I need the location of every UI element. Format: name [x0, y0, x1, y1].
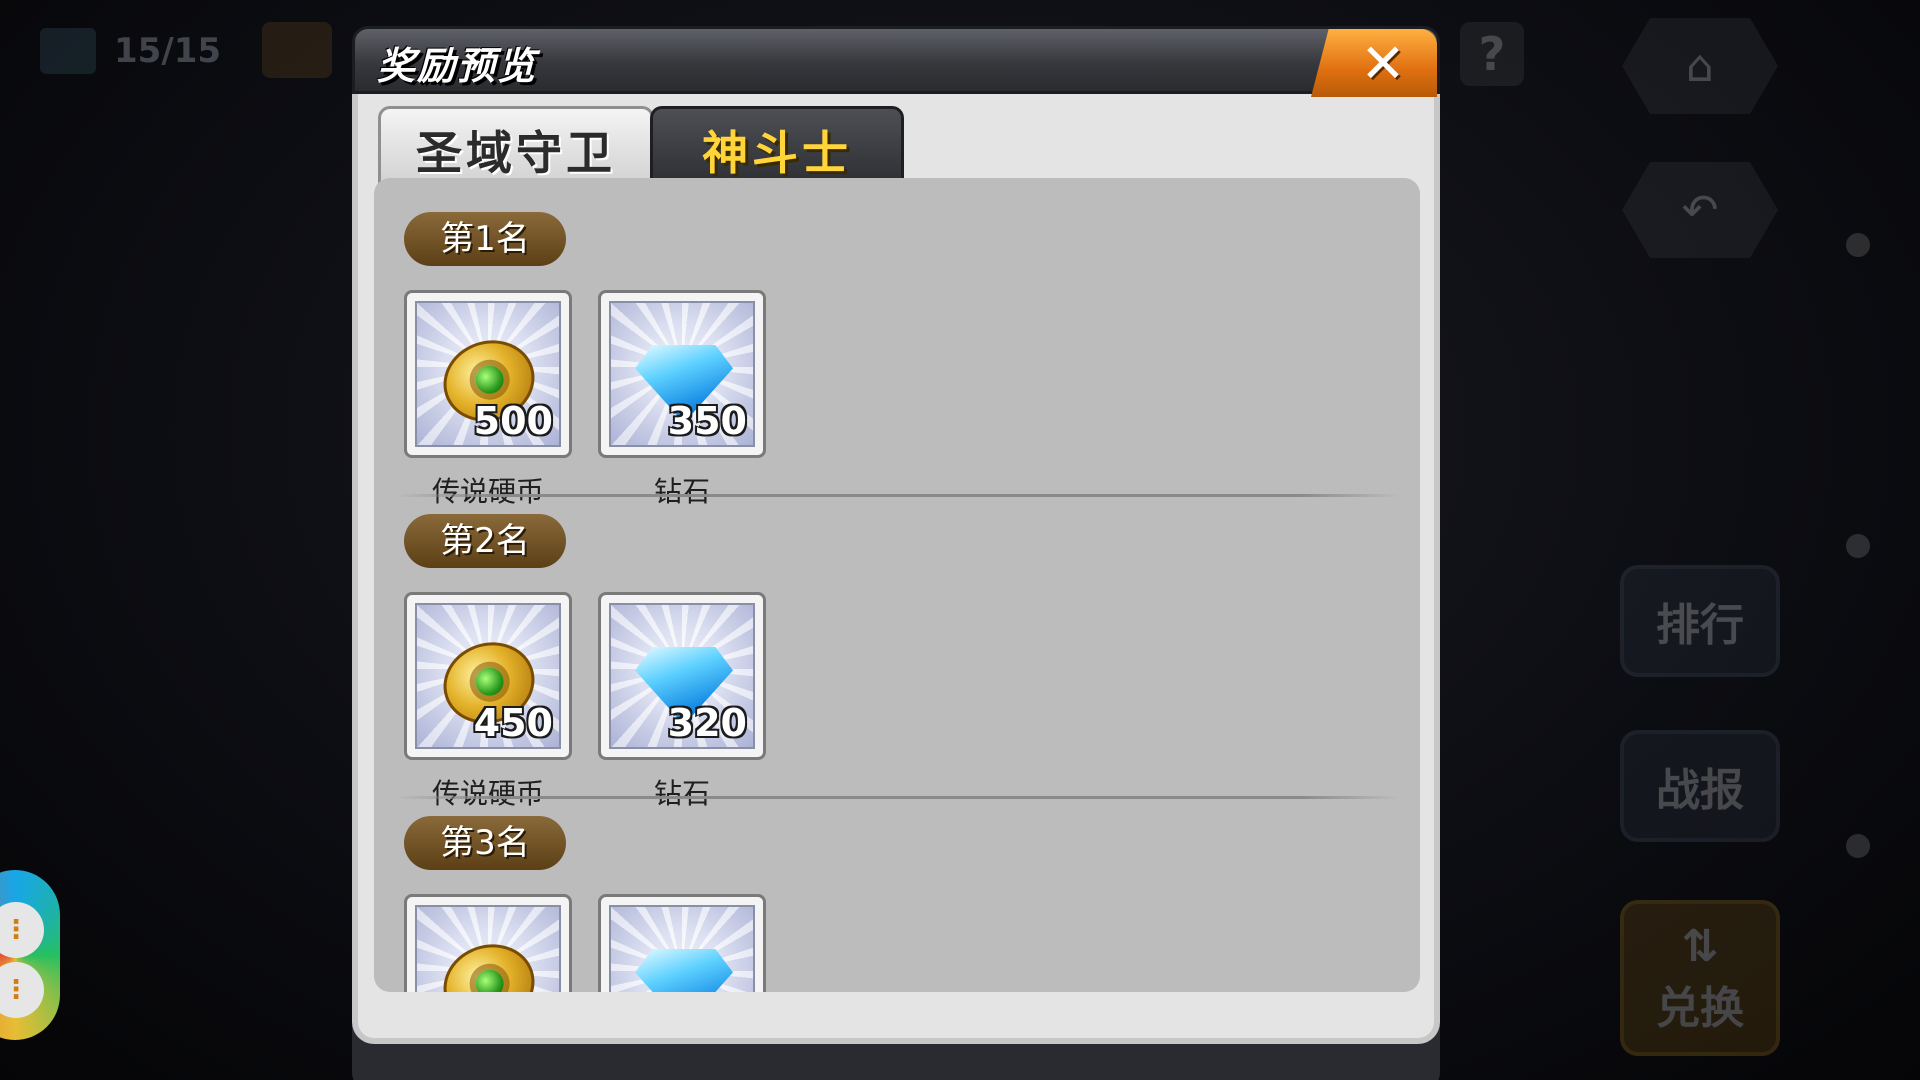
- indicator-dot: [1846, 233, 1870, 257]
- reward-frame: 320: [598, 592, 766, 760]
- assistant-dots-icon: ⋮: [0, 962, 44, 1018]
- rank-badge: 第3名: [404, 816, 566, 870]
- rank-section-3: 第3名: [374, 782, 1420, 992]
- reward-frame: 500: [404, 290, 572, 458]
- stamina-icon: [40, 28, 96, 74]
- diamond-icon: [635, 949, 733, 992]
- reward-frame: 450: [404, 592, 572, 760]
- reward-item[interactable]: [404, 894, 572, 992]
- help-icon: ?: [1460, 22, 1524, 86]
- rank-section-1: 第1名 500 传说硬币 350 钻石: [374, 178, 1420, 508]
- rank-badge: 第1名: [404, 212, 566, 266]
- stamina-counter-text: 15/15: [114, 31, 222, 71]
- rank-section-2: 第2名 450 传说硬币 320 钻石: [374, 480, 1420, 810]
- reward-qty: 320: [667, 701, 747, 745]
- indicator-dot: [1846, 834, 1870, 858]
- reward-icon-box: 320: [609, 603, 755, 749]
- close-icon: ✕: [1360, 31, 1406, 95]
- back-arrow-icon: ↶: [1681, 184, 1719, 236]
- rank-badge: 第2名: [404, 514, 566, 568]
- chest-icon: [262, 22, 332, 78]
- reward-frame: 350: [598, 290, 766, 458]
- reward-icon-box: 500: [415, 301, 561, 447]
- reward-icon-box: 450: [415, 603, 561, 749]
- dialog-title: 奖励预览: [377, 44, 538, 88]
- reward-list[interactable]: 第1名 500 传说硬币 350 钻石 第2名 450 传说硬币 320 钻石 …: [374, 178, 1420, 992]
- stamina-counter: 15/15: [40, 28, 221, 74]
- exchange-button: ⇅ 兑换: [1620, 900, 1780, 1056]
- reward-preview-dialog: 圣域守卫 神斗士 第1名 500 传说硬币 350 钻石 第2名 450 传说硬…: [352, 26, 1440, 1080]
- reward-icon-box: [609, 905, 755, 992]
- home-button: ⌂: [1622, 18, 1778, 114]
- reward-item[interactable]: 500 传说硬币: [404, 290, 572, 510]
- reward-qty: 450: [473, 701, 553, 745]
- close-button[interactable]: ✕: [1311, 29, 1437, 97]
- exchange-arrows-icon: ⇅: [1681, 920, 1719, 972]
- reward-item[interactable]: 320 钻石: [598, 592, 766, 812]
- exchange-label: 兑换: [1656, 982, 1744, 1034]
- reward-icon-box: [415, 905, 561, 992]
- reward-item[interactable]: 450 传说硬币: [404, 592, 572, 812]
- assistant-dots-icon: ⋮: [0, 902, 44, 958]
- reward-qty: 350: [667, 399, 747, 443]
- dialog-titlebar: 奖励预览 ✕: [352, 26, 1440, 97]
- reward-item[interactable]: [598, 894, 766, 992]
- rank-button: 排行: [1620, 565, 1780, 677]
- back-button: ↶: [1622, 162, 1778, 258]
- indicator-dot: [1846, 534, 1870, 558]
- battle-report-button: 战报: [1620, 730, 1780, 842]
- home-icon: ⌂: [1686, 40, 1714, 92]
- floating-assistant-ball[interactable]: ⋮ ⋮: [0, 870, 60, 1040]
- reward-icon-box: 350: [609, 301, 755, 447]
- reward-frame: [598, 894, 766, 992]
- dialog-panel: 圣域守卫 神斗士 第1名 500 传说硬币 350 钻石 第2名 450 传说硬…: [352, 92, 1440, 1044]
- reward-item[interactable]: 350 钻石: [598, 290, 766, 510]
- reward-frame: [404, 894, 572, 992]
- reward-qty: 500: [473, 399, 553, 443]
- game-screen: 15/15 ? ⌂ ↶ 排行 战报 ⇅ 兑换 ⋮ ⋮ 圣域守卫 神斗士 第1名: [0, 0, 1920, 1080]
